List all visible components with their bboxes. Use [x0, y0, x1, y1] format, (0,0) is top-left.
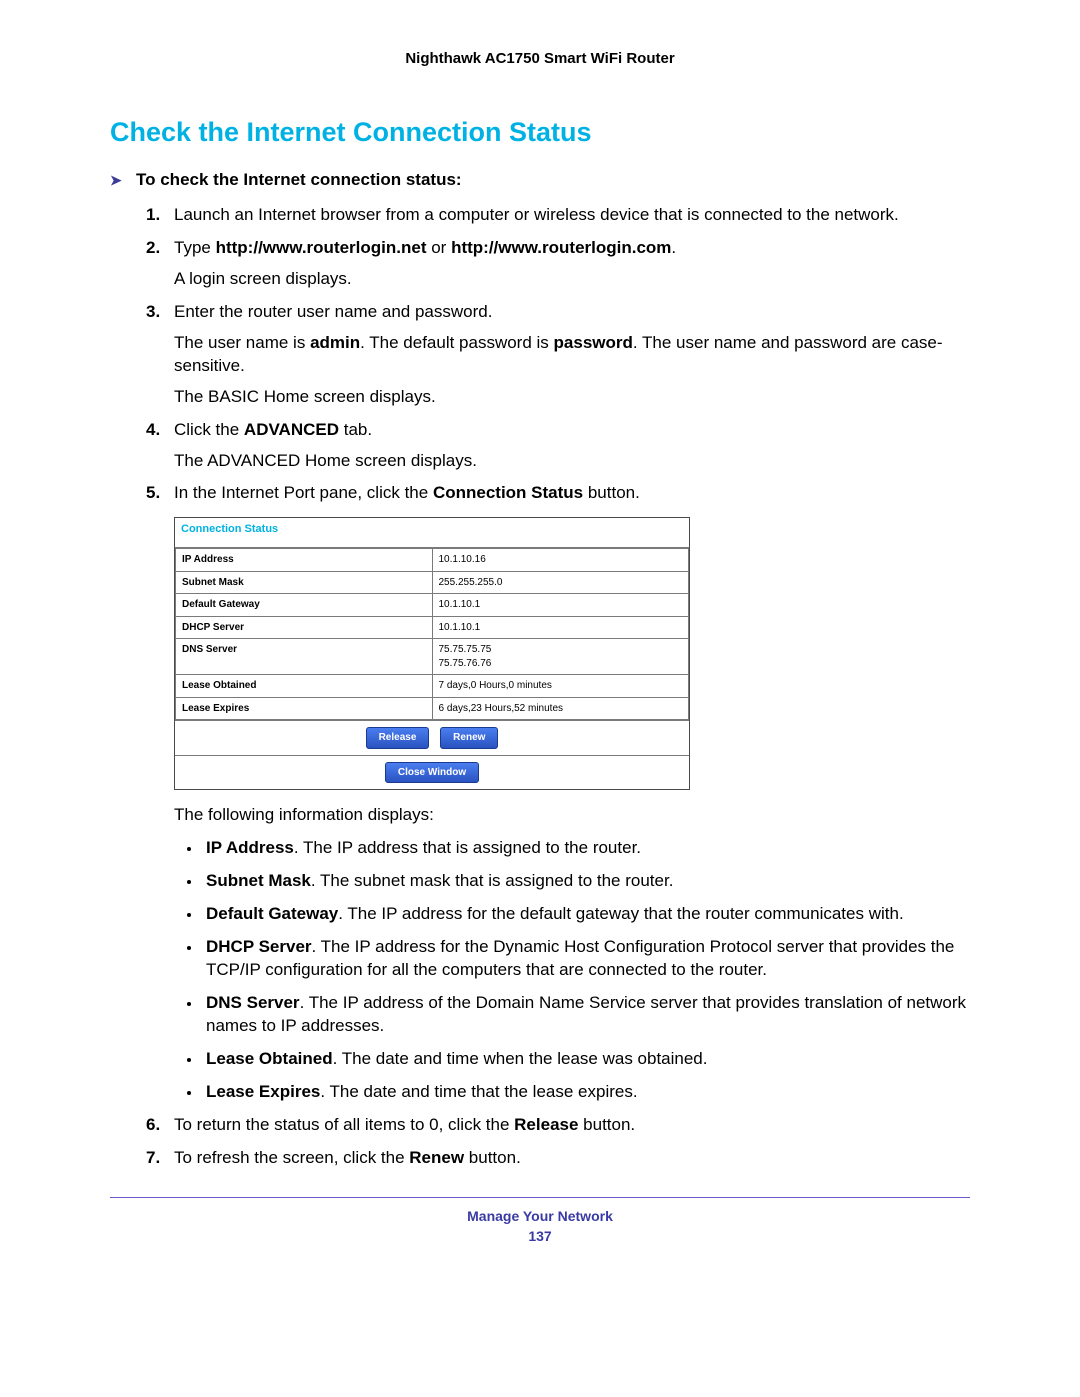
row-value: 7 days,0 Hours,0 minutes — [432, 675, 689, 698]
procedure-steps: Launch an Internet browser from a comput… — [110, 204, 970, 1169]
step-text: Type — [174, 238, 216, 257]
page-number: 137 — [110, 1228, 970, 1244]
row-value: 10.1.10.1 — [432, 594, 689, 617]
list-item: Lease Expires. The date and time that th… — [202, 1081, 970, 1104]
desc: . The subnet mask that is assigned to th… — [311, 871, 674, 890]
release-button[interactable]: Release — [366, 727, 430, 749]
desc: . The IP address for the default gateway… — [338, 904, 903, 923]
desc: . The IP address of the Domain Name Serv… — [206, 993, 966, 1035]
step-5: In the Internet Port pane, click the Con… — [150, 482, 970, 1103]
term: Subnet Mask — [206, 871, 311, 890]
step-para: The following information displays: — [174, 804, 970, 827]
table-row: IP Address10.1.10.16 — [176, 549, 689, 572]
step-3: Enter the router user name and password.… — [150, 301, 970, 409]
row-label: DNS Server — [176, 639, 433, 675]
step-para: The BASIC Home screen displays. — [174, 386, 970, 409]
row-label: IP Address — [176, 549, 433, 572]
step-text: button. — [583, 483, 640, 502]
connection-status-dialog: Connection Status IP Address10.1.10.16 S… — [174, 517, 690, 790]
chapter-name: Manage Your Network — [467, 1208, 613, 1224]
row-value: 6 days,23 Hours,52 minutes — [432, 697, 689, 720]
row-label: Default Gateway — [176, 594, 433, 617]
list-item: DNS Server. The IP address of the Domain… — [202, 992, 970, 1038]
term: IP Address — [206, 838, 294, 857]
t: The user name is — [174, 333, 310, 352]
step-text: tab. — [339, 420, 372, 439]
desc: . The date and time that the lease expir… — [320, 1082, 637, 1101]
procedure-heading: ➤To check the Internet connection status… — [110, 170, 970, 190]
tab-name: ADVANCED — [244, 420, 339, 439]
row-value: 75.75.75.75 75.75.76.76 — [432, 639, 689, 675]
list-item: Lease Obtained. The date and time when t… — [202, 1048, 970, 1071]
renew-button[interactable]: Renew — [440, 727, 498, 749]
button-name: Release — [514, 1115, 578, 1134]
t: . The default password is — [360, 333, 553, 352]
step-para: The user name is admin. The default pass… — [174, 332, 970, 378]
row-value: 10.1.10.1 — [432, 616, 689, 639]
dialog-button-row-1: Release Renew — [175, 720, 689, 755]
step-text: To refresh the screen, click the — [174, 1148, 409, 1167]
row-label: Subnet Mask — [176, 571, 433, 594]
row-label: Lease Obtained — [176, 675, 433, 698]
table-row: Lease Expires6 days,23 Hours,52 minutes — [176, 697, 689, 720]
step-text: Enter the router user name and password. — [174, 302, 492, 321]
term: Lease Expires — [206, 1082, 320, 1101]
step-text: . — [671, 238, 676, 257]
step-2: Type http://www.routerlogin.net or http:… — [150, 237, 970, 291]
step-4: Click the ADVANCED tab. The ADVANCED Hom… — [150, 419, 970, 473]
field-descriptions: IP Address. The IP address that is assig… — [174, 837, 970, 1103]
t: password — [554, 333, 633, 352]
procedure-heading-text: To check the Internet connection status: — [136, 170, 462, 189]
row-label: Lease Expires — [176, 697, 433, 720]
page-footer: Manage Your Network 137 — [110, 1208, 970, 1244]
row-value: 10.1.10.16 — [432, 549, 689, 572]
term: DNS Server — [206, 993, 300, 1012]
desc: . The IP address that is assigned to the… — [294, 838, 641, 857]
step-text: Click the — [174, 420, 244, 439]
step-1: Launch an Internet browser from a comput… — [150, 204, 970, 227]
step-text: button. — [578, 1115, 635, 1134]
row-value: 255.255.255.0 — [432, 571, 689, 594]
term: Default Gateway — [206, 904, 338, 923]
table-row: DNS Server75.75.75.75 75.75.76.76 — [176, 639, 689, 675]
step-text: In the Internet Port pane, click the — [174, 483, 433, 502]
table-row: Default Gateway10.1.10.1 — [176, 594, 689, 617]
t: admin — [310, 333, 360, 352]
list-item: IP Address. The IP address that is assig… — [202, 837, 970, 860]
list-item: Subnet Mask. The subnet mask that is ass… — [202, 870, 970, 893]
url-1: http://www.routerlogin.net — [216, 238, 427, 257]
url-2: http://www.routerlogin.com — [451, 238, 671, 257]
step-text: button. — [464, 1148, 521, 1167]
term: Lease Obtained — [206, 1049, 333, 1068]
term: DHCP Server — [206, 937, 312, 956]
button-name: Connection Status — [433, 483, 583, 502]
arrow-icon: ➤ — [110, 172, 136, 189]
dialog-button-row-2: Close Window — [175, 755, 689, 790]
list-item: DHCP Server. The IP address for the Dyna… — [202, 936, 970, 982]
table-row: Subnet Mask255.255.255.0 — [176, 571, 689, 594]
page-header: Nighthawk AC1750 Smart WiFi Router — [110, 50, 970, 67]
section-title: Check the Internet Connection Status — [110, 117, 970, 148]
dialog-title: Connection Status — [175, 518, 689, 548]
button-name: Renew — [409, 1148, 464, 1167]
close-window-button[interactable]: Close Window — [385, 762, 479, 784]
list-item: Default Gateway. The IP address for the … — [202, 903, 970, 926]
table-row: Lease Obtained7 days,0 Hours,0 minutes — [176, 675, 689, 698]
step-text: To return the status of all items to 0, … — [174, 1115, 514, 1134]
step-6: To return the status of all items to 0, … — [150, 1114, 970, 1137]
step-7: To refresh the screen, click the Renew b… — [150, 1147, 970, 1170]
desc: . The date and time when the lease was o… — [333, 1049, 708, 1068]
row-label: DHCP Server — [176, 616, 433, 639]
footer-separator — [110, 1197, 970, 1198]
connection-status-table: IP Address10.1.10.16 Subnet Mask255.255.… — [175, 548, 689, 720]
table-row: DHCP Server10.1.10.1 — [176, 616, 689, 639]
step-para: The ADVANCED Home screen displays. — [174, 450, 970, 473]
desc: . The IP address for the Dynamic Host Co… — [206, 937, 954, 979]
step-text: Launch an Internet browser from a comput… — [174, 205, 899, 224]
step-para: A login screen displays. — [174, 268, 970, 291]
step-text: or — [427, 238, 452, 257]
